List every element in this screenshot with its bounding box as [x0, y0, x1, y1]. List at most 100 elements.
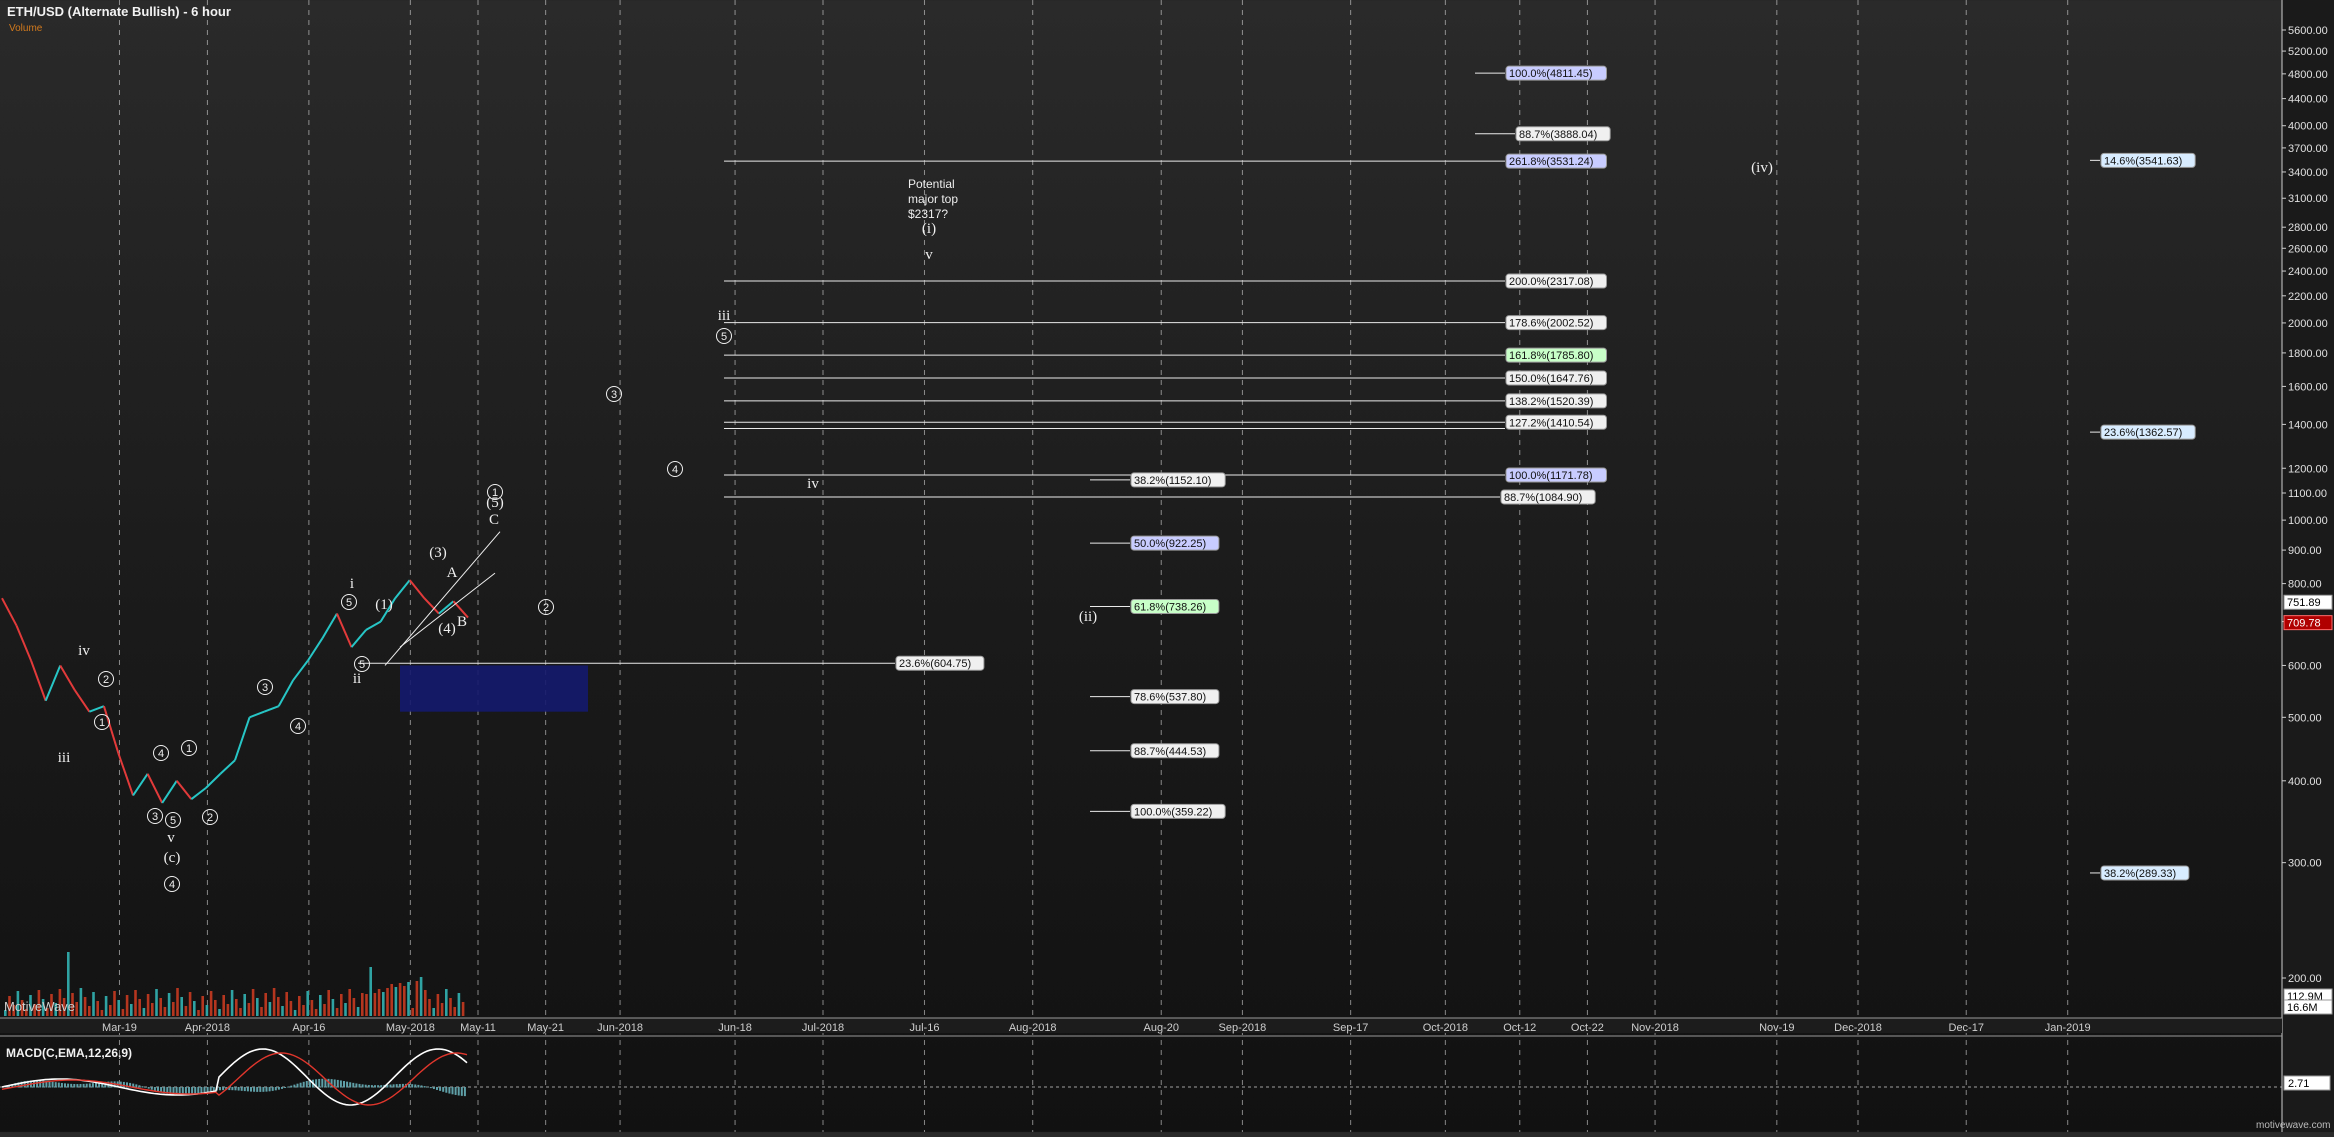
macd-hist-bar [398, 1083, 401, 1088]
price-tick-label: 1800.00 [2288, 348, 2328, 360]
macd-value: 2.71 [2288, 1078, 2309, 1090]
macd-hist-bar [463, 1087, 466, 1097]
wave-circle-label: 4 [672, 464, 678, 476]
date-tick-label: Sep-17 [1333, 1022, 1368, 1034]
annotation-note: major top [908, 192, 958, 206]
volume-bar [167, 993, 171, 1016]
macd-hist-bar [91, 1083, 94, 1088]
wave-label: A [447, 565, 458, 581]
volume-bar [239, 1008, 242, 1016]
date-tick-label: Dec-17 [1949, 1022, 1984, 1034]
fib-label: 88.7%(1084.90) [1504, 492, 1582, 504]
date-tick-label: Jul-16 [909, 1022, 939, 1034]
macd-hist-bar [414, 1084, 417, 1088]
wave-circle-label: 3 [611, 389, 617, 401]
macd-hist-bar [237, 1087, 240, 1091]
volume-bar [361, 993, 364, 1016]
volume-bar [428, 999, 431, 1016]
date-tick-label: Oct-2018 [1423, 1022, 1468, 1034]
price-segment [219, 759, 236, 775]
macd-hist-bar [271, 1087, 274, 1091]
wave-circle-label: 1 [99, 717, 105, 729]
volume-bar [461, 1002, 465, 1016]
wave-label: iii [718, 308, 731, 324]
fib-label: 50.0%(922.25) [1134, 538, 1206, 550]
fib-label: 88.7%(3888.04) [1519, 129, 1597, 141]
fib-label: 178.6%(2002.52) [1509, 318, 1593, 330]
macd-hist-bar [367, 1084, 370, 1088]
fib-label: 150.0%(1647.76) [1509, 373, 1593, 385]
macd-hist-bar [231, 1087, 234, 1091]
macd-hist-bar [222, 1087, 225, 1091]
wave-label: iii [58, 750, 71, 766]
macd-hist-bar [73, 1083, 76, 1088]
macd-hist-bar [423, 1086, 426, 1088]
wave-circle-label: 1 [492, 487, 498, 499]
volume-bar [323, 1004, 326, 1016]
macd-hist-bar [88, 1083, 91, 1088]
volume-bar [319, 995, 322, 1016]
price-segment [263, 705, 280, 713]
volume-bar [394, 987, 398, 1016]
price-segment [277, 679, 295, 707]
macd-hist-bar [287, 1086, 290, 1088]
volume-bar [411, 1008, 414, 1016]
macd-hist-bar [200, 1087, 203, 1093]
macd-hist-bar [349, 1082, 352, 1088]
date-tick-label: Apr-2018 [185, 1022, 230, 1034]
volume-bar [205, 1005, 209, 1016]
macd-hist-bar [51, 1081, 54, 1088]
macd-hist-bar [318, 1078, 321, 1088]
macd-hist-bar [259, 1087, 262, 1092]
fib-label: 78.6%(537.80) [1134, 692, 1206, 704]
volume-bar [251, 989, 255, 1016]
macd-hist-bar [361, 1084, 364, 1088]
wave-circle-label: 1 [186, 743, 192, 755]
price-segment [205, 773, 222, 789]
date-tick-label: May-11 [460, 1022, 496, 1034]
macd-hist-bar [417, 1084, 420, 1088]
volume-bar [403, 986, 406, 1016]
price-tick-label: 1400.00 [2288, 419, 2328, 431]
macd-hist-bar [380, 1085, 383, 1088]
wave-circle-label: 5 [359, 659, 365, 671]
fib-label: 100.0%(4811.45) [1509, 68, 1593, 80]
macd-hist-bar [206, 1087, 209, 1092]
wave-label: C [489, 512, 499, 528]
fib-label: 100.0%(359.22) [1134, 806, 1212, 818]
price-segment [365, 620, 382, 631]
wave-label: (ii) [1079, 609, 1097, 625]
volume-bar [172, 1002, 175, 1016]
macd-hist-bar [408, 1083, 411, 1088]
wave-labels: iiiivv(c)iiiiiiivv(i)(ii)(iv)ABC(1)(3)(4… [58, 160, 1773, 892]
macd-hist-bar [219, 1087, 221, 1091]
volume-bar [222, 995, 225, 1016]
price-tick-label: 4000.00 [2288, 121, 2328, 133]
macd-hist-bar [358, 1083, 361, 1088]
macd-hist-bar [191, 1087, 194, 1095]
price-tick-label: 300.00 [2288, 858, 2322, 870]
volume-bar [377, 989, 381, 1016]
wave-circle-label: 5 [346, 597, 352, 609]
date-tick-label: Aug-2018 [1009, 1022, 1057, 1034]
fib-label: 261.8%(3531.24) [1509, 156, 1593, 168]
volume-bar [386, 988, 389, 1016]
wave-label: iv [78, 643, 90, 659]
chart-window: 100.0%(4811.45) 88.7%(3888.04) 261.8%(3531… [0, 0, 2334, 1132]
wave-circle-label: 2 [543, 602, 549, 614]
volume-bar [184, 1006, 188, 1016]
volume-bar [214, 1000, 217, 1016]
eth-usd-chart[interactable]: 100.0%(4811.45) 88.7%(3888.04) 261.8%(3531… [0, 0, 2334, 1132]
wave-label: B [457, 614, 467, 630]
volume-bar [230, 990, 234, 1016]
price-segment [175, 780, 193, 800]
macd-hist-bar [389, 1084, 392, 1088]
volume-bar [365, 994, 368, 1016]
macd-hist-bar [70, 1083, 73, 1088]
volume-bar [268, 1002, 272, 1016]
wave-circle-label: 5 [170, 815, 176, 827]
volume-bar [188, 992, 192, 1016]
fib-label: 88.7%(444.53) [1134, 746, 1206, 758]
volume-bar [272, 988, 276, 1016]
macd-hist-bar [339, 1080, 342, 1088]
